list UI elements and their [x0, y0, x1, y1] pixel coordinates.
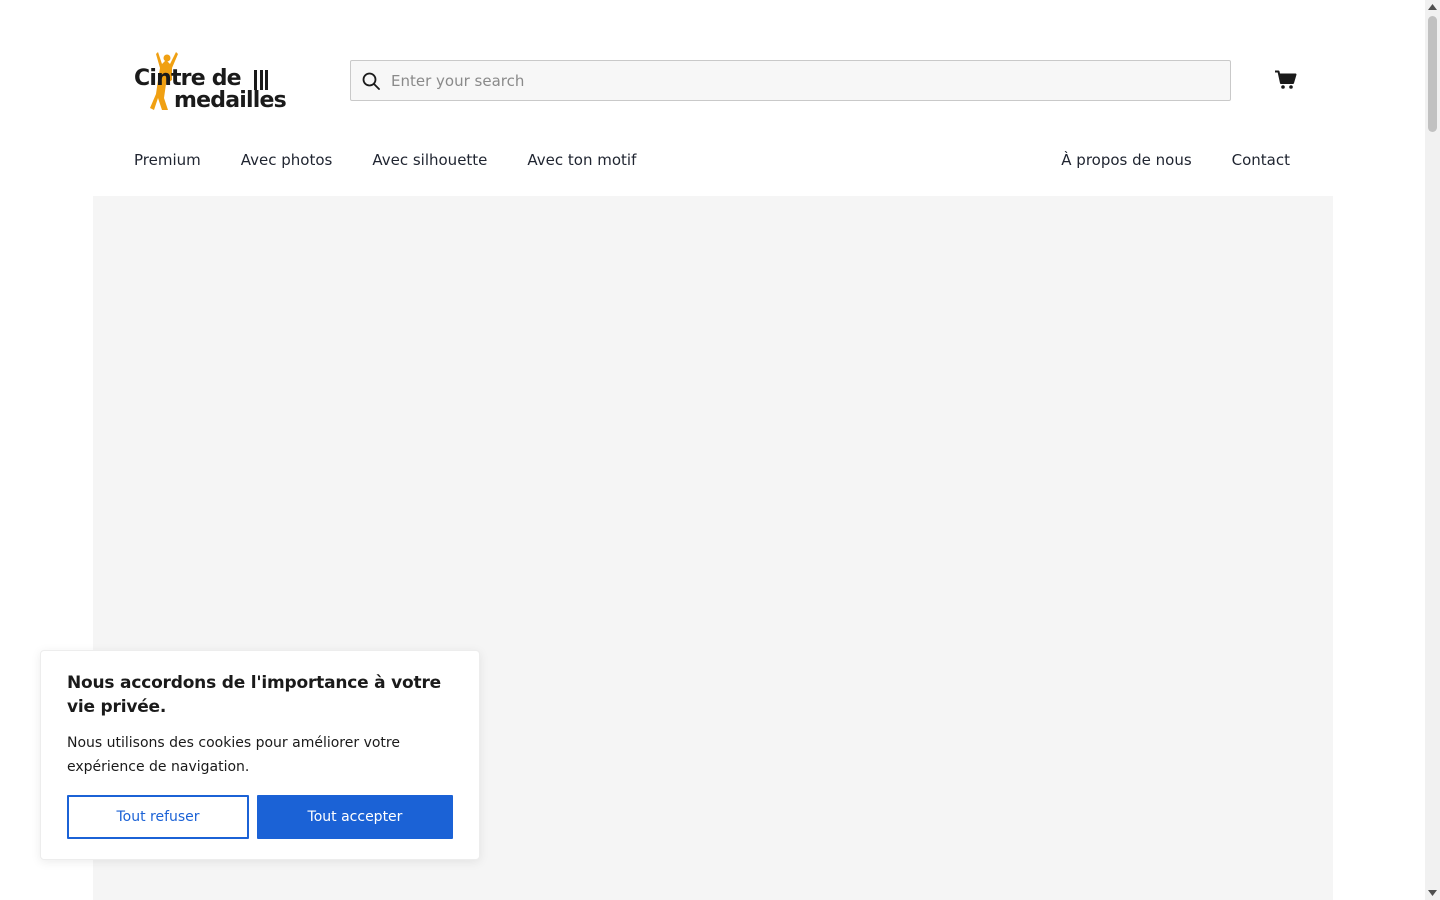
cart-button[interactable] [1273, 68, 1299, 92]
nav-item-a-propos[interactable]: À propos de nous [1061, 148, 1191, 172]
site-logo[interactable]: Cintre de medailles [134, 48, 304, 116]
nav-item-avec-silhouette[interactable]: Avec silhouette [372, 148, 487, 172]
scroll-down-icon[interactable] [1425, 886, 1440, 900]
logo-text-line1: Cintre de [134, 66, 242, 91]
logo-bars-icon [254, 70, 268, 90]
cookie-banner-text: Nous utilisons des cookies pour améliore… [67, 735, 400, 775]
page-scrollbar[interactable] [1425, 0, 1440, 900]
nav-item-avec-photos[interactable]: Avec photos [241, 148, 333, 172]
logo-text-line2: medailles [174, 88, 287, 113]
cookie-banner-title: Nous accordons de l'importance à votre v… [67, 673, 441, 717]
secondary-nav: À propos de nous Contact [1061, 148, 1290, 172]
main-nav: Premium Avec photos Avec silhouette Avec… [134, 148, 636, 172]
search-icon[interactable] [361, 71, 381, 91]
accept-all-button[interactable]: Tout accepter [257, 795, 453, 839]
scrollbar-thumb[interactable] [1428, 16, 1437, 132]
cookie-banner: Nous accordons de l'importance à votre v… [40, 650, 480, 860]
scroll-up-icon[interactable] [1425, 0, 1440, 14]
search-bar [350, 60, 1231, 101]
cookie-banner-actions: Tout refuser Tout accepter [67, 795, 453, 839]
refuse-all-button[interactable]: Tout refuser [67, 795, 249, 839]
nav-item-avec-ton-motif[interactable]: Avec ton motif [527, 148, 636, 172]
nav-item-contact[interactable]: Contact [1232, 148, 1290, 172]
site-header: Cintre de medailles Premium Avec photos … [0, 0, 1425, 196]
cart-icon [1275, 70, 1297, 89]
nav-item-premium[interactable]: Premium [134, 148, 201, 172]
search-input[interactable] [391, 61, 1230, 100]
